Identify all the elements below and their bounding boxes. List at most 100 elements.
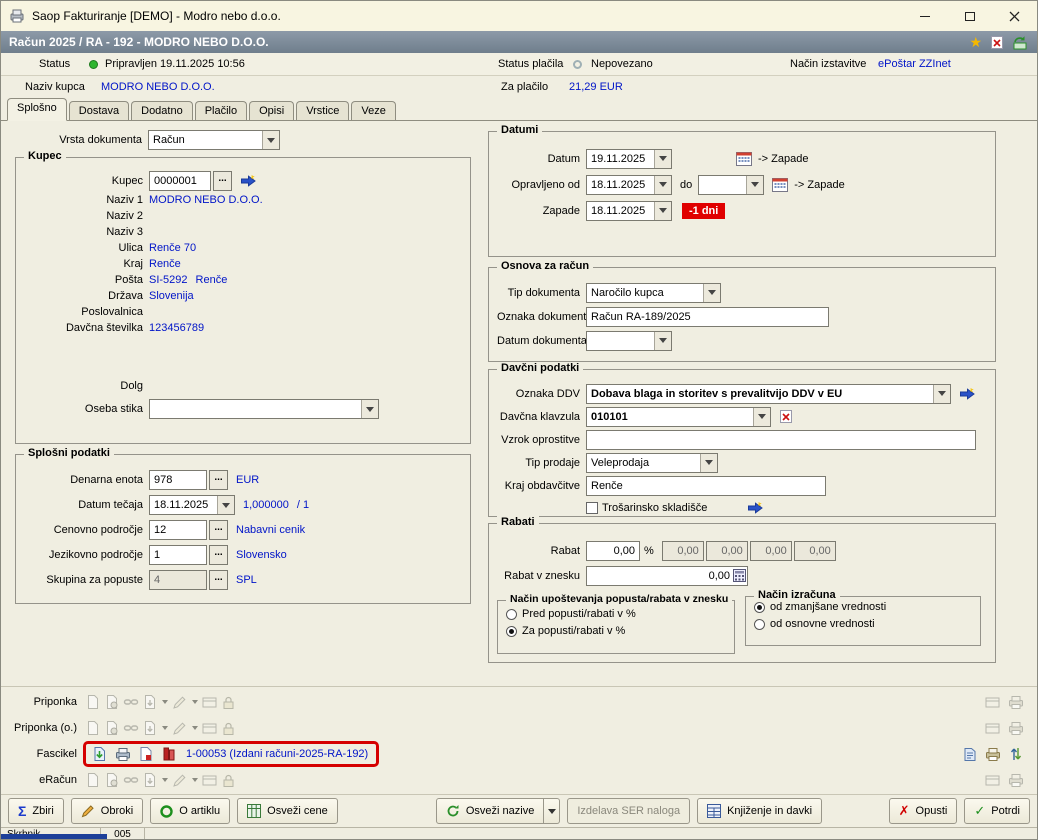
print-attachment-icon[interactable] <box>1006 719 1025 738</box>
oznaka-ddv-combo[interactable]: Dobava blaga in storitev s prevalitvijo … <box>586 383 951 404</box>
favorite-star-icon[interactable]: ★ <box>969 35 982 49</box>
pred-popusti-radio[interactable] <box>506 608 517 620</box>
chevron-down-icon[interactable] <box>654 149 671 168</box>
zapade-link[interactable]: -> Zapade <box>794 179 844 191</box>
tab-opisi[interactable]: Opisi <box>249 101 295 120</box>
potrdi-button[interactable]: ✓ Potrdi <box>964 798 1030 824</box>
import-dropdown-arrow[interactable] <box>159 719 170 738</box>
zapade-link[interactable]: -> Zapade <box>758 153 808 165</box>
edit-dropdown-arrow[interactable] <box>189 719 200 738</box>
ddv-drill-icon[interactable] <box>959 387 976 401</box>
kupec-drill-icon[interactable] <box>240 174 257 188</box>
osvezi-nazive-dropdown[interactable] <box>544 798 561 824</box>
tecaj-combo[interactable]: 18.11.2025 <box>149 495 235 515</box>
edit-attachment-icon[interactable] <box>170 693 189 712</box>
posta-code-value[interactable]: SI-5292 <box>149 274 188 286</box>
tab-placilo[interactable]: Plačilo <box>194 101 248 120</box>
rabat-input[interactable]: 0,00 <box>586 540 640 561</box>
view-attachment-icon[interactable] <box>983 719 1002 738</box>
issue-method-link[interactable]: ePoštar ZZInet <box>878 58 951 70</box>
chevron-down-icon[interactable] <box>700 453 717 472</box>
chevron-down-icon[interactable] <box>654 175 671 194</box>
import-dropdown-arrow[interactable] <box>159 771 170 790</box>
edit-attachment-icon[interactable] <box>170 719 189 738</box>
calendar-icon[interactable] <box>736 151 752 166</box>
import-attachment-icon[interactable] <box>140 719 159 738</box>
tip-dokumenta-combo[interactable]: Naročilo kupca <box>586 282 721 303</box>
opravljeno-do-combo[interactable] <box>698 174 765 195</box>
link-attachment-icon[interactable] <box>121 719 140 738</box>
za-popusti-radio[interactable] <box>506 625 517 637</box>
lock-icon[interactable] <box>219 771 238 790</box>
opusti-button[interactable]: ✗ Opusti <box>888 798 958 824</box>
drzava-value[interactable]: Slovenija <box>149 290 194 302</box>
posta-city-value[interactable]: Renče <box>196 274 228 286</box>
view-attachment-icon[interactable] <box>983 771 1002 790</box>
tab-vrstice[interactable]: Vrstice <box>296 101 350 120</box>
scan-attachment-icon[interactable] <box>102 693 121 712</box>
popusti-lookup-button[interactable]: ... <box>209 570 228 590</box>
tab-dodatno[interactable]: Dodatno <box>131 101 193 120</box>
klavzula-combo[interactable]: 010101 <box>586 406 771 427</box>
tab-splosno[interactable]: Splošno <box>7 98 67 121</box>
kupec-lookup-button[interactable]: ... <box>213 171 232 191</box>
lock-icon[interactable] <box>219 693 238 712</box>
cenovno-name[interactable]: Nabavni cenik <box>236 524 305 536</box>
close-button[interactable] <box>992 1 1037 31</box>
jezik-input[interactable]: 1 <box>149 545 207 565</box>
zmanjsane-radio[interactable] <box>754 601 765 613</box>
osvezi-cene-button[interactable]: Osveži cene <box>237 798 338 824</box>
calculator-icon[interactable] <box>732 568 747 584</box>
obroki-button[interactable]: Obroki <box>70 798 144 824</box>
trosarinsko-checkbox[interactable] <box>586 502 598 514</box>
klavzula-delete-icon[interactable] <box>779 409 793 424</box>
card-icon[interactable] <box>200 771 219 790</box>
new-attachment-icon[interactable] <box>83 719 102 738</box>
naziv1-value[interactable]: MODRO NEBO D.O.O. <box>149 194 263 206</box>
tab-dostava[interactable]: Dostava <box>68 101 130 120</box>
kraj-value[interactable]: Renče <box>149 258 181 270</box>
datum-dokumenta-combo[interactable] <box>586 330 672 351</box>
chevron-down-icon[interactable] <box>703 283 720 302</box>
osvezi-nazive-button[interactable]: Osveži nazive <box>435 798 545 824</box>
knjizenje-button[interactable]: Knjiženje in davki <box>697 798 823 824</box>
trosarinsko-drill-icon[interactable] <box>747 501 764 515</box>
o-artiklu-button[interactable]: O artiklu <box>150 798 231 824</box>
fascikel-document-icon[interactable] <box>136 745 155 764</box>
minimize-button[interactable] <box>902 1 947 31</box>
osnovne-radio[interactable] <box>754 618 765 630</box>
edit-attachment-icon[interactable] <box>170 771 189 790</box>
chevron-down-icon[interactable] <box>746 175 764 194</box>
import-attachment-icon[interactable] <box>140 693 159 712</box>
lock-icon[interactable] <box>219 719 238 738</box>
opravljeno-combo[interactable]: 18.11.2025 <box>586 174 672 195</box>
fascikel-archive-icon[interactable] <box>159 745 178 764</box>
import-attachment-icon[interactable] <box>140 771 159 790</box>
print-attachment-icon[interactable] <box>1006 693 1025 712</box>
edit-dropdown-arrow[interactable] <box>189 693 200 712</box>
oseba-stika-combo[interactable] <box>149 399 379 419</box>
vrsta-combo[interactable]: Račun <box>148 130 280 150</box>
jezik-lookup-button[interactable]: ... <box>209 545 228 565</box>
chevron-down-icon[interactable] <box>654 331 671 350</box>
edit-dropdown-arrow[interactable] <box>189 771 200 790</box>
tab-veze[interactable]: Veze <box>351 101 396 120</box>
view-attachment-icon[interactable] <box>983 693 1002 712</box>
zapade-combo[interactable]: 18.11.2025 <box>586 200 672 221</box>
davcna-value[interactable]: 123456789 <box>149 322 204 334</box>
cenovno-lookup-button[interactable]: ... <box>209 520 228 540</box>
chevron-down-icon[interactable] <box>262 131 279 149</box>
scan-attachment-icon[interactable] <box>102 771 121 790</box>
calendar-icon[interactable] <box>772 177 789 192</box>
chevron-down-icon[interactable] <box>361 400 378 418</box>
rabat-znesek-input[interactable]: 0,00 <box>586 565 748 586</box>
maximize-button[interactable] <box>947 1 992 31</box>
denarna-input[interactable]: 978 <box>149 470 207 490</box>
new-attachment-icon[interactable] <box>83 771 102 790</box>
kraj-obdavcitve-input[interactable]: Renče <box>586 475 826 496</box>
cenovno-input[interactable]: 12 <box>149 520 207 540</box>
fascikel-sync-icon[interactable] <box>1006 745 1025 764</box>
fascikel-print2-icon[interactable] <box>983 745 1002 764</box>
zbiri-button[interactable]: Σ Zbiri <box>8 798 64 824</box>
eregistrator-icon[interactable] <box>1012 35 1029 50</box>
